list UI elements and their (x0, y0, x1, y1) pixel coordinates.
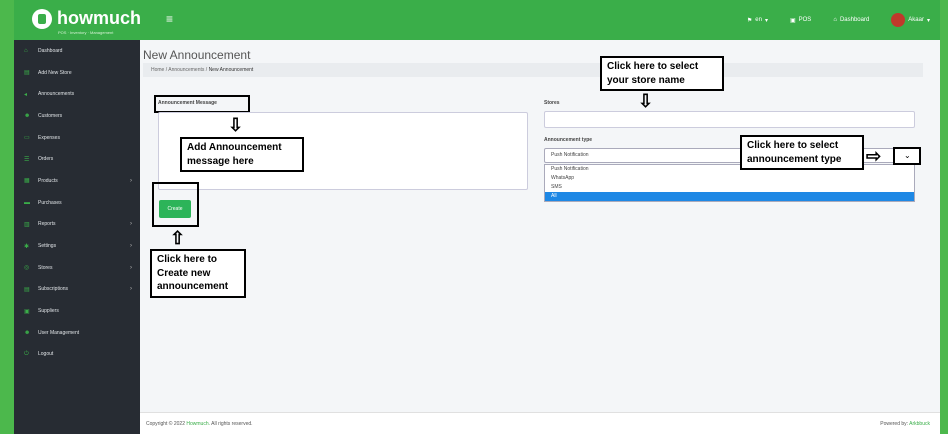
chevron-right-icon: › (130, 177, 132, 184)
list-icon: ☰ (24, 156, 30, 163)
megaphone-icon: ◂ (24, 91, 28, 98)
chevron-right-icon: › (130, 221, 132, 228)
callout-create: Click here to Create new announcement (150, 249, 246, 298)
logo[interactable]: howmuch (32, 8, 141, 29)
sidebar-item-stores[interactable]: ◎ Stores › (14, 257, 140, 279)
flag-icon: ⚑ (746, 17, 753, 24)
page-title: New Announcement (143, 48, 251, 62)
main-content: New Announcement Home / Announcements / … (140, 40, 940, 434)
breadcrumb-current: New Announcement (208, 67, 254, 73)
user-menu[interactable]: Akaar ▾ (891, 13, 930, 27)
truck-icon: ▣ (24, 308, 30, 315)
sidebar-item-orders[interactable]: ☰ Orders (14, 148, 140, 170)
logo-bag-icon (32, 8, 52, 29)
chart-icon: ▥ (24, 221, 30, 228)
announcement-type-label: Announcement type (544, 137, 593, 143)
callout-store: Click here to select your store name (600, 56, 724, 91)
sidebar-item-logout[interactable]: ⏻ Logout (14, 344, 140, 366)
top-navbar: howmuch POS · Inventory · Management ≡ ⚑… (14, 0, 940, 40)
logo-text: howmuch (57, 8, 141, 28)
users-icon: ☻ (24, 112, 31, 119)
option-whatsapp[interactable]: WhatsApp (545, 174, 914, 183)
store-icon: ▤ (24, 70, 30, 77)
chevron-right-icon: › (130, 264, 132, 271)
card-icon: ▤ (24, 286, 30, 293)
pos-link[interactable]: ▣ POS (790, 17, 811, 24)
arrow-right-icon: ⇨ (866, 146, 882, 166)
sidebar-item-reports[interactable]: ▥ Reports › (14, 214, 140, 236)
menu-toggle-icon[interactable]: ≡ (166, 12, 173, 26)
footer: Copyright © 2022 Howmuch. All rights res… (140, 412, 940, 434)
stores-label: Stores (544, 100, 560, 106)
callout-message: Add Announcement message here (180, 137, 304, 172)
logo-tagline: POS · Inventory · Management (58, 30, 114, 35)
arrow-up-icon: ⇧ (170, 228, 186, 248)
monitor-icon: ▣ (789, 17, 796, 24)
app-frame: howmuch POS · Inventory · Management ≡ ⚑… (14, 0, 940, 434)
sidebar-item-dashboard[interactable]: ⌂ Dashboard (14, 40, 140, 62)
sidebar-item-announcements[interactable]: ◂ Announcements (14, 83, 140, 105)
sidebar-item-settings[interactable]: ✱ Settings › (14, 235, 140, 257)
gear-icon: ✱ (24, 243, 30, 250)
store-icon: ◎ (24, 265, 30, 272)
dashboard-link[interactable]: ⌂ Dashboard (833, 17, 869, 23)
footer-powered-by: Powered by: Arkbbuck (880, 421, 930, 427)
sidebar-item-expenses[interactable]: ▭ Expenses (14, 127, 140, 149)
caret-down-icon: ▾ (926, 17, 930, 24)
home-icon: ⌂ (833, 17, 837, 23)
sidebar-item-purchases[interactable]: ▬ Purchases (14, 192, 140, 214)
sidebar-item-suppliers[interactable]: ▣ Suppliers (14, 300, 140, 322)
avatar (891, 13, 906, 27)
sidebar: ⌂ Dashboard ▤ Add New Store ◂ Announcements… (14, 40, 140, 434)
breadcrumb-announcements[interactable]: Announcements (168, 67, 204, 73)
create-button[interactable]: Create (159, 200, 191, 218)
language-selector[interactable]: ⚑ en ▾ (747, 17, 768, 24)
callout-type: Click here to select announcement type (740, 135, 864, 170)
dropdown-toggle-highlight[interactable]: ⌄ (893, 147, 921, 165)
power-icon: ⏻ (24, 350, 29, 357)
chevron-right-icon: › (130, 286, 132, 293)
footer-brand-link[interactable]: Howmuch. (186, 421, 210, 427)
breadcrumb-home[interactable]: Home (151, 67, 164, 73)
sidebar-item-user-management[interactable]: ☻ User Management (14, 322, 140, 344)
arrow-down-icon: ⇩ (638, 91, 654, 111)
home-icon: ⌂ (24, 47, 28, 54)
user-icon: ☻ (24, 329, 31, 336)
breadcrumb: Home / Announcements / New Announcement (143, 63, 923, 77)
money-icon: ▭ (24, 135, 30, 142)
caret-down-icon: ▾ (764, 17, 768, 24)
stores-select[interactable] (544, 111, 915, 128)
sidebar-item-customers[interactable]: ☻ Customers (14, 105, 140, 127)
powered-brand-link[interactable]: Arkbbuck (909, 421, 930, 427)
option-all[interactable]: All (545, 192, 914, 201)
box-icon: ▦ (24, 178, 30, 185)
option-sms[interactable]: SMS (545, 183, 914, 192)
cart-icon: ▬ (24, 199, 30, 206)
sidebar-item-add-new-store[interactable]: ▤ Add New Store (14, 62, 140, 84)
chevron-down-icon: ⌄ (904, 151, 911, 160)
sidebar-item-subscriptions[interactable]: ▤ Subscriptions › (14, 279, 140, 301)
arrow-down-icon: ⇩ (228, 115, 244, 135)
sidebar-item-products[interactable]: ▦ Products › (14, 170, 140, 192)
chevron-right-icon: › (130, 243, 132, 250)
message-label-highlight (154, 95, 250, 113)
